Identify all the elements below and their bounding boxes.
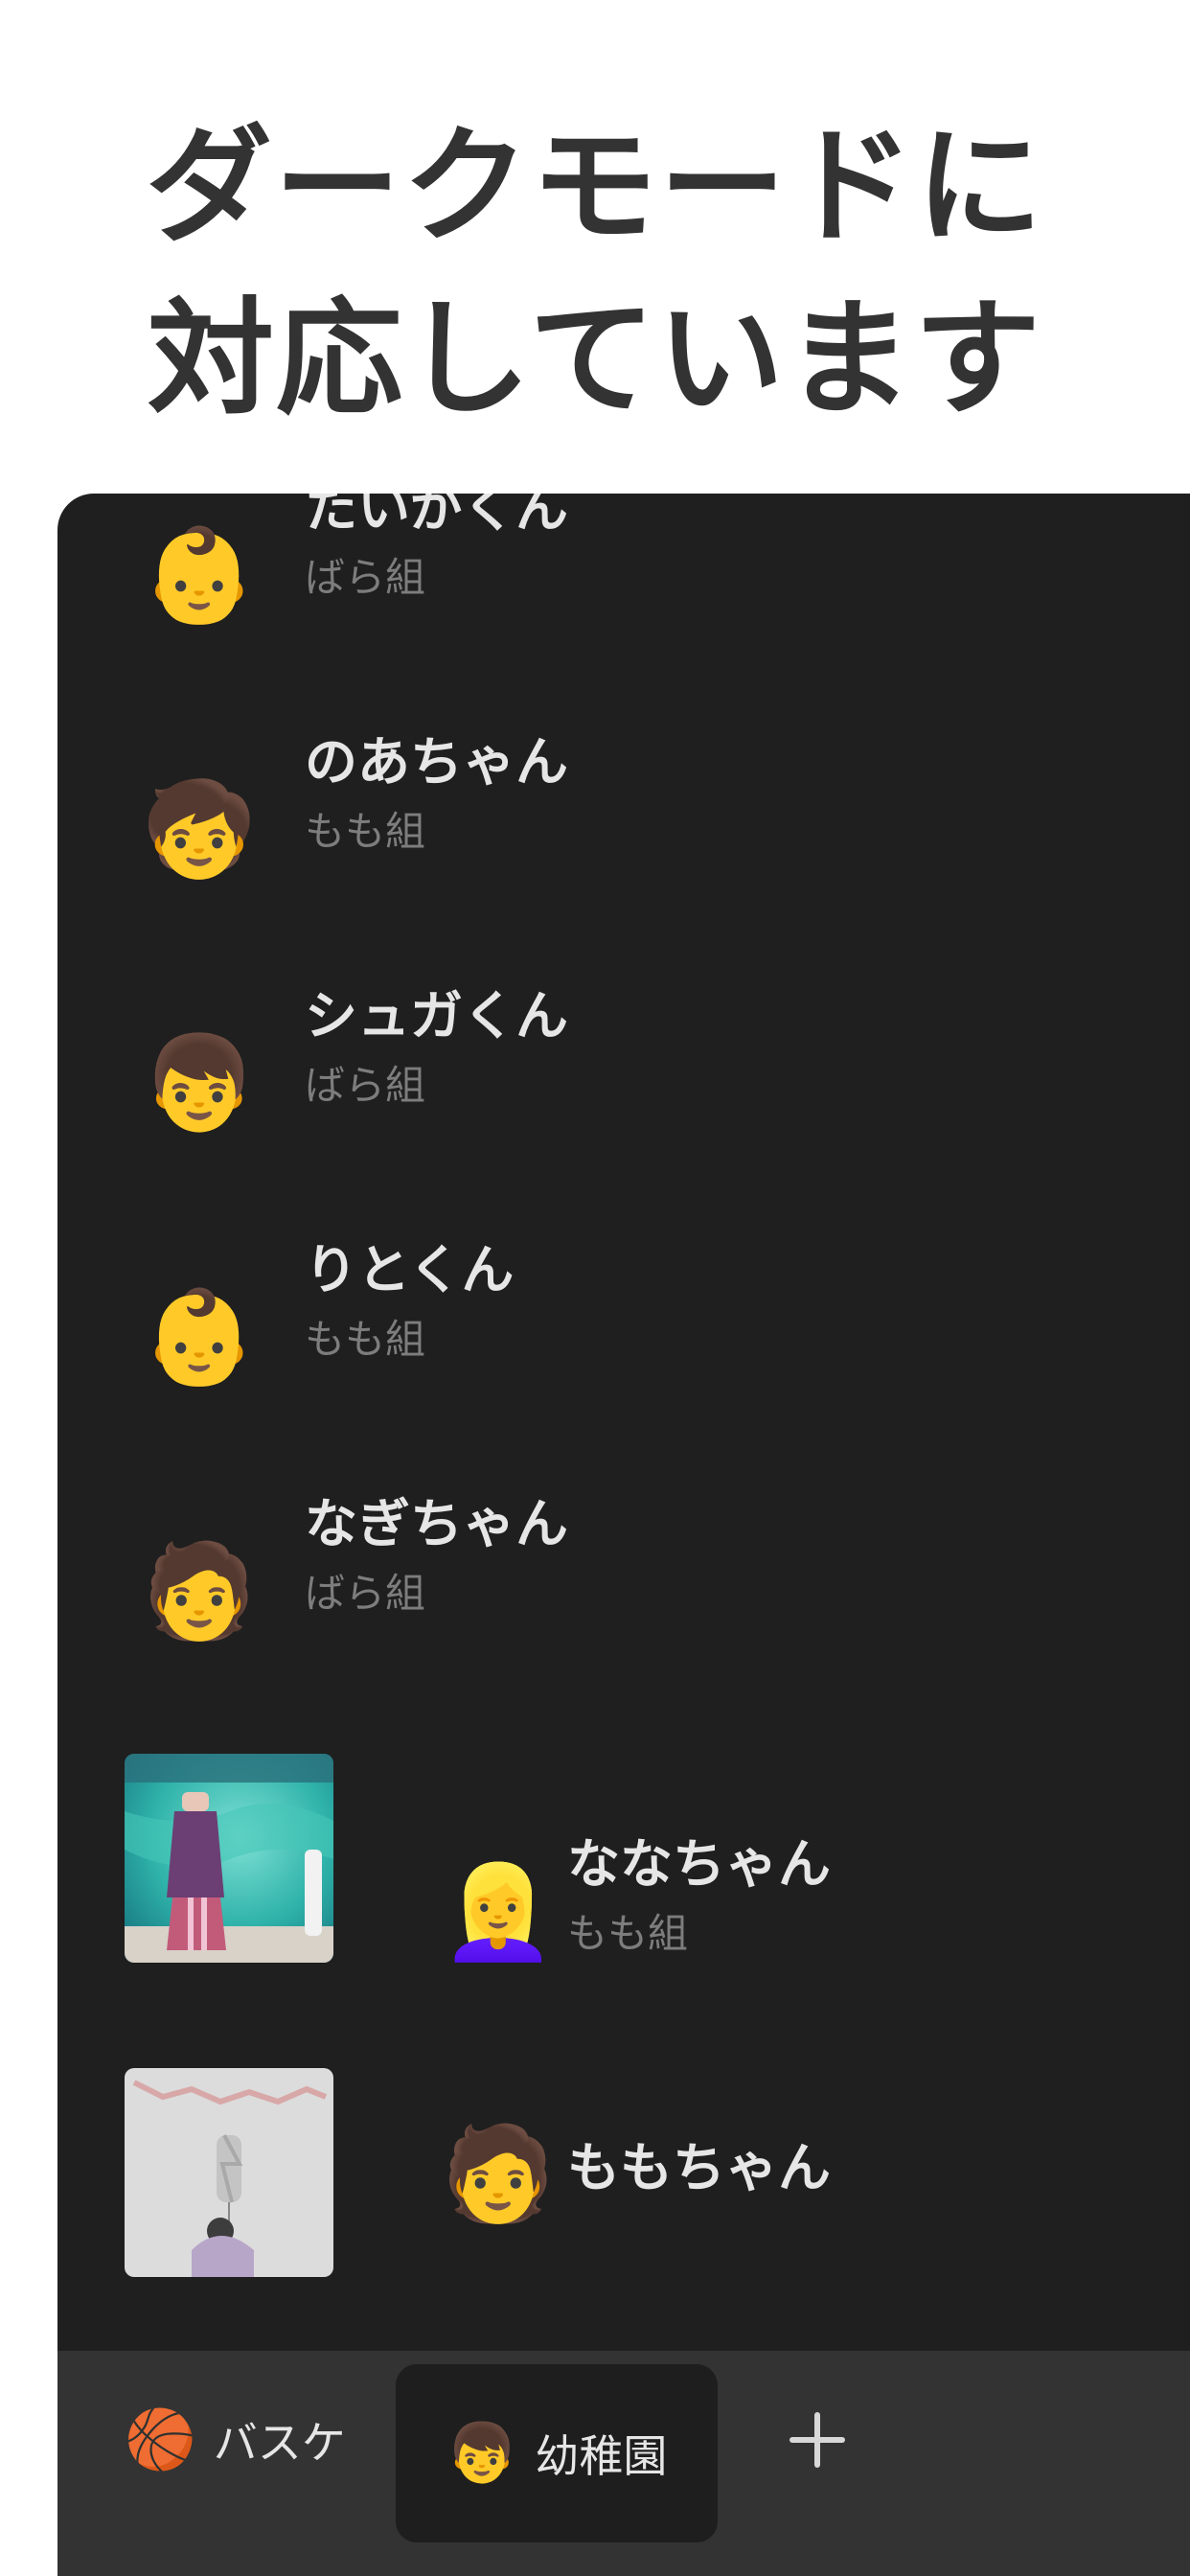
child-name: ななちゃん: [567, 1833, 832, 1895]
child-name: のあちゃん: [305, 731, 569, 793]
child-group: もも組: [567, 1910, 689, 1957]
red-hair-child-icon: 🧑: [142, 1537, 257, 1644]
boy-face-icon: 👦: [446, 2420, 518, 2487]
child-name: りとくん: [305, 1239, 515, 1300]
child-group: もも組: [305, 808, 426, 855]
child-name: ももちゃん: [567, 2137, 832, 2198]
boy-face-icon: 👦: [142, 1029, 257, 1137]
tab-bar: 🏀 バスケ 👦 幼稚園: [57, 2351, 1190, 2576]
child-group: もも組: [305, 1316, 426, 1363]
stage-photo-image: [125, 1754, 333, 1963]
tab-kindergarten[interactable]: 👦 幼稚園: [396, 2364, 718, 2542]
child-group: ばら組: [305, 1570, 426, 1617]
child-photo[interactable]: [125, 2068, 333, 2277]
plus-icon[interactable]: [776, 2399, 858, 2481]
tab-label: バスケ: [213, 2417, 346, 2469]
child-row[interactable]: 🧒 のあちゃん もも組: [57, 728, 1190, 981]
woman-blond-icon: 👱‍♀️: [441, 1858, 556, 1966]
child-name: なぎちゃん: [305, 1493, 569, 1554]
child-group: ばら組: [305, 554, 426, 601]
child-name: たいがくん: [305, 494, 569, 539]
child-name: シュガくん: [305, 985, 569, 1046]
child-face-icon: 🧒: [142, 775, 257, 883]
red-hair-child-icon: 🧑: [441, 2120, 556, 2227]
child-group: ばら組: [305, 1062, 426, 1109]
child-row[interactable]: 👶 たいがくん ばら組: [57, 494, 1190, 727]
child-row[interactable]: 👱‍♀️ ななちゃん もも組: [57, 1744, 1190, 2022]
child-row[interactable]: 🧑 なぎちゃん ばら組: [57, 1490, 1190, 1743]
headline-line-1: ダークモードに: [146, 113, 1044, 261]
tab-basketball[interactable]: 🏀 バスケ: [125, 2351, 412, 2529]
baby-face-icon: 👶: [142, 1283, 257, 1391]
birthday-photo-image: [125, 2068, 333, 2277]
child-photo[interactable]: [125, 1754, 333, 1963]
child-row[interactable]: 👦 シュガくん ばら組: [57, 982, 1190, 1235]
tab-label: 幼稚園: [535, 2430, 668, 2482]
basketball-icon: 🏀: [125, 2406, 196, 2473]
child-row[interactable]: 👶 りとくん もも組: [57, 1236, 1190, 1489]
headline: ダークモードに 対応しています: [0, 101, 1190, 446]
baby-face-icon: 👶: [142, 521, 257, 629]
app-screen: 👶 たいがくん ばら組 🧒 のあちゃん もも組 👦 シュガくん ばら組 👶 りと…: [57, 494, 1190, 2576]
headline-line-2: 対応しています: [147, 286, 1043, 433]
child-row[interactable]: 🧑 ももちゃん: [57, 2065, 1190, 2314]
